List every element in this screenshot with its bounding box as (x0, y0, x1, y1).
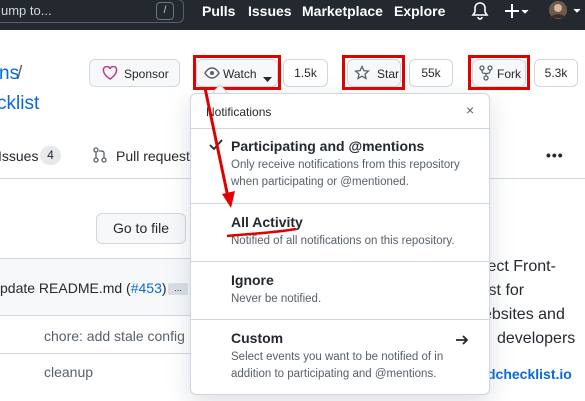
watch-count[interactable]: 1.5k (283, 59, 328, 87)
row-divider (0, 353, 200, 354)
notifications-dropdown: Notifications × Participating and @menti… (190, 93, 490, 395)
nav-explore[interactable]: Explore (394, 3, 445, 19)
option-description: Select events you want to be notified of… (231, 351, 444, 380)
option-description: Notified of all notifications on this re… (231, 235, 455, 247)
dropdown-divider (191, 203, 489, 204)
option-title: All Activity (231, 214, 303, 230)
homepage-link[interactable]: dchecklist.io (487, 366, 572, 382)
repo-name-link[interactable]: cklist (0, 93, 39, 115)
nav-pulls[interactable]: Pulls (202, 3, 235, 19)
sponsor-label: Sponsor (124, 67, 169, 81)
bell-icon[interactable] (471, 1, 489, 24)
avatar[interactable] (548, 0, 585, 25)
dropdown-divider (191, 319, 489, 320)
arrow-right-icon (455, 333, 469, 349)
fork-count[interactable]: 5.3k (534, 59, 578, 87)
file-commit-message[interactable]: cleanup (44, 364, 93, 380)
about-description-line: developers (497, 330, 576, 347)
pull-request-icon (93, 147, 107, 166)
option-description: Never be notified. (231, 293, 322, 305)
slash-shortcut-key: / (156, 2, 174, 20)
about-description-line: ebsites and (483, 306, 565, 323)
option-title: Custom (231, 330, 284, 346)
dropdown-title: Notifications (206, 105, 272, 119)
annotation-box-fork (468, 55, 530, 90)
check-icon (209, 138, 223, 154)
more-tabs-icon[interactable]: ••• (546, 147, 564, 163)
sponsor-button[interactable]: Sponsor (89, 59, 180, 87)
close-icon[interactable]: × (466, 102, 474, 118)
dropdown-divider (191, 128, 489, 129)
about-description-line: fect Front- (483, 258, 556, 275)
global-header: ump to... / Pulls Issues Marketplace Exp… (0, 0, 585, 30)
about-description-line: ist for (485, 282, 525, 299)
dropdown-divider (191, 261, 489, 262)
repo-path-separator: / (17, 63, 23, 84)
plus-dropdown-icon[interactable] (504, 1, 530, 24)
latest-commit-message[interactable]: pdate README.md (#453) (0, 280, 167, 296)
tab-pull-requests[interactable]: Pull requests (116, 148, 197, 164)
option-title: Participating and @mentions (231, 138, 425, 154)
annotation-box-star (342, 55, 405, 90)
star-count[interactable]: 55k (409, 59, 453, 87)
commit-expand-button[interactable]: ... (168, 283, 188, 295)
file-commit-message[interactable]: chore: add stale config (44, 328, 185, 344)
search-input[interactable]: ump to... / (0, 0, 184, 23)
nav-issues[interactable]: Issues (248, 3, 292, 19)
heart-icon (102, 65, 118, 83)
issues-count-badge: 4 (40, 146, 61, 165)
nav-marketplace[interactable]: Marketplace (302, 3, 383, 19)
annotation-box-watch (193, 55, 281, 90)
commit-pr-link[interactable]: #453 (131, 280, 162, 296)
search-placeholder: ump to... (1, 3, 52, 18)
option-description: Only receive notifications from this rep… (231, 159, 460, 188)
tab-issues[interactable]: Issues (0, 148, 38, 164)
option-title: Ignore (231, 272, 274, 288)
go-to-file-button[interactable]: Go to file (96, 213, 186, 244)
